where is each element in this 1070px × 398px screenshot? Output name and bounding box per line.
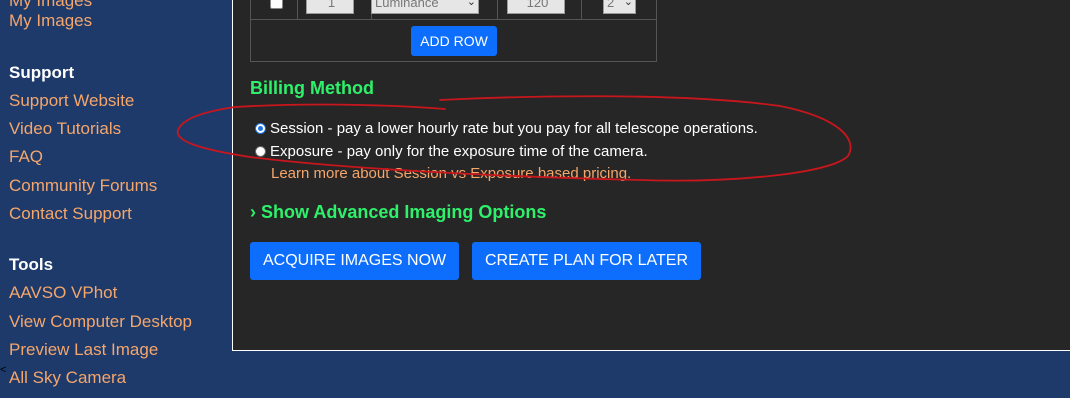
filter-table: 1 Luminance ⌄ 120 2 ⌄ ADD ROW xyxy=(250,0,657,62)
sidebar-link-view-computer-desktop[interactable]: View Computer Desktop xyxy=(9,312,192,332)
sidebar-heading-tools: Tools xyxy=(9,255,54,274)
sidebar: My Images My Images Support Support Webs… xyxy=(0,0,232,398)
chevron-right-icon: › xyxy=(250,202,256,222)
chevron-down-icon: ⌄ xyxy=(623,0,633,8)
sidebar-link-aavso-vphot[interactable]: AAVSO VPhot xyxy=(9,283,117,303)
sidebar-link-support-website[interactable]: Support Website xyxy=(9,91,134,111)
main-panel: 1 Luminance ⌄ 120 2 ⌄ ADD ROW Billing Me… xyxy=(232,0,1070,351)
advanced-options-label: Show Advanced Imaging Options xyxy=(261,202,547,222)
billing-option-session[interactable]: Session - pay a lower hourly rate but yo… xyxy=(255,120,758,137)
exposure-radio-label: Exposure - pay only for the exposure tim… xyxy=(270,143,648,160)
exposure-radio[interactable] xyxy=(255,146,266,157)
sidebar-link-preview-last-image[interactable]: Preview Last Image xyxy=(9,340,158,360)
acquire-images-button[interactable]: ACQUIRE IMAGES NOW xyxy=(250,242,460,280)
binning-select[interactable]: 2 ⌄ xyxy=(603,0,636,14)
sidebar-link-contact-support[interactable]: Contact Support xyxy=(9,204,132,224)
billing-method-heading: Billing Method xyxy=(250,78,374,98)
filter-select-value: Luminance xyxy=(375,0,439,10)
advanced-options-toggle[interactable]: › Show Advanced Imaging Options xyxy=(250,202,546,223)
exposure-seconds-input[interactable]: 120 xyxy=(507,0,565,14)
create-plan-button[interactable]: CREATE PLAN FOR LATER xyxy=(472,242,701,280)
binning-select-value: 2 xyxy=(607,0,615,10)
exposure-count-input[interactable]: 1 xyxy=(306,0,354,14)
session-radio[interactable] xyxy=(255,123,266,134)
row-select-checkbox[interactable] xyxy=(270,0,283,9)
pricing-learn-more-link[interactable]: Learn more about Session vs Exposure bas… xyxy=(271,165,631,182)
chevron-down-icon: ⌄ xyxy=(466,0,476,8)
sidebar-heading-support: Support xyxy=(9,63,75,82)
sidebar-link-faq[interactable]: FAQ xyxy=(9,147,43,167)
billing-option-exposure[interactable]: Exposure - pay only for the exposure tim… xyxy=(255,143,648,160)
caret-glyph: < xyxy=(0,364,7,376)
sidebar-link-video-tutorials[interactable]: Video Tutorials xyxy=(9,119,121,139)
add-row-button[interactable]: ADD ROW xyxy=(411,26,497,56)
filter-select[interactable]: Luminance ⌄ xyxy=(371,0,479,14)
sidebar-link-community-forums[interactable]: Community Forums xyxy=(9,176,157,196)
sidebar-link-my-images[interactable]: My Images xyxy=(9,11,92,31)
session-radio-label: Session - pay a lower hourly rate but yo… xyxy=(270,120,758,137)
sidebar-link-all-sky-camera[interactable]: All Sky Camera xyxy=(9,368,126,388)
sidebar-link-partial[interactable]: My Images xyxy=(9,0,92,11)
table-row: 1 Luminance ⌄ 120 2 ⌄ xyxy=(251,0,656,20)
